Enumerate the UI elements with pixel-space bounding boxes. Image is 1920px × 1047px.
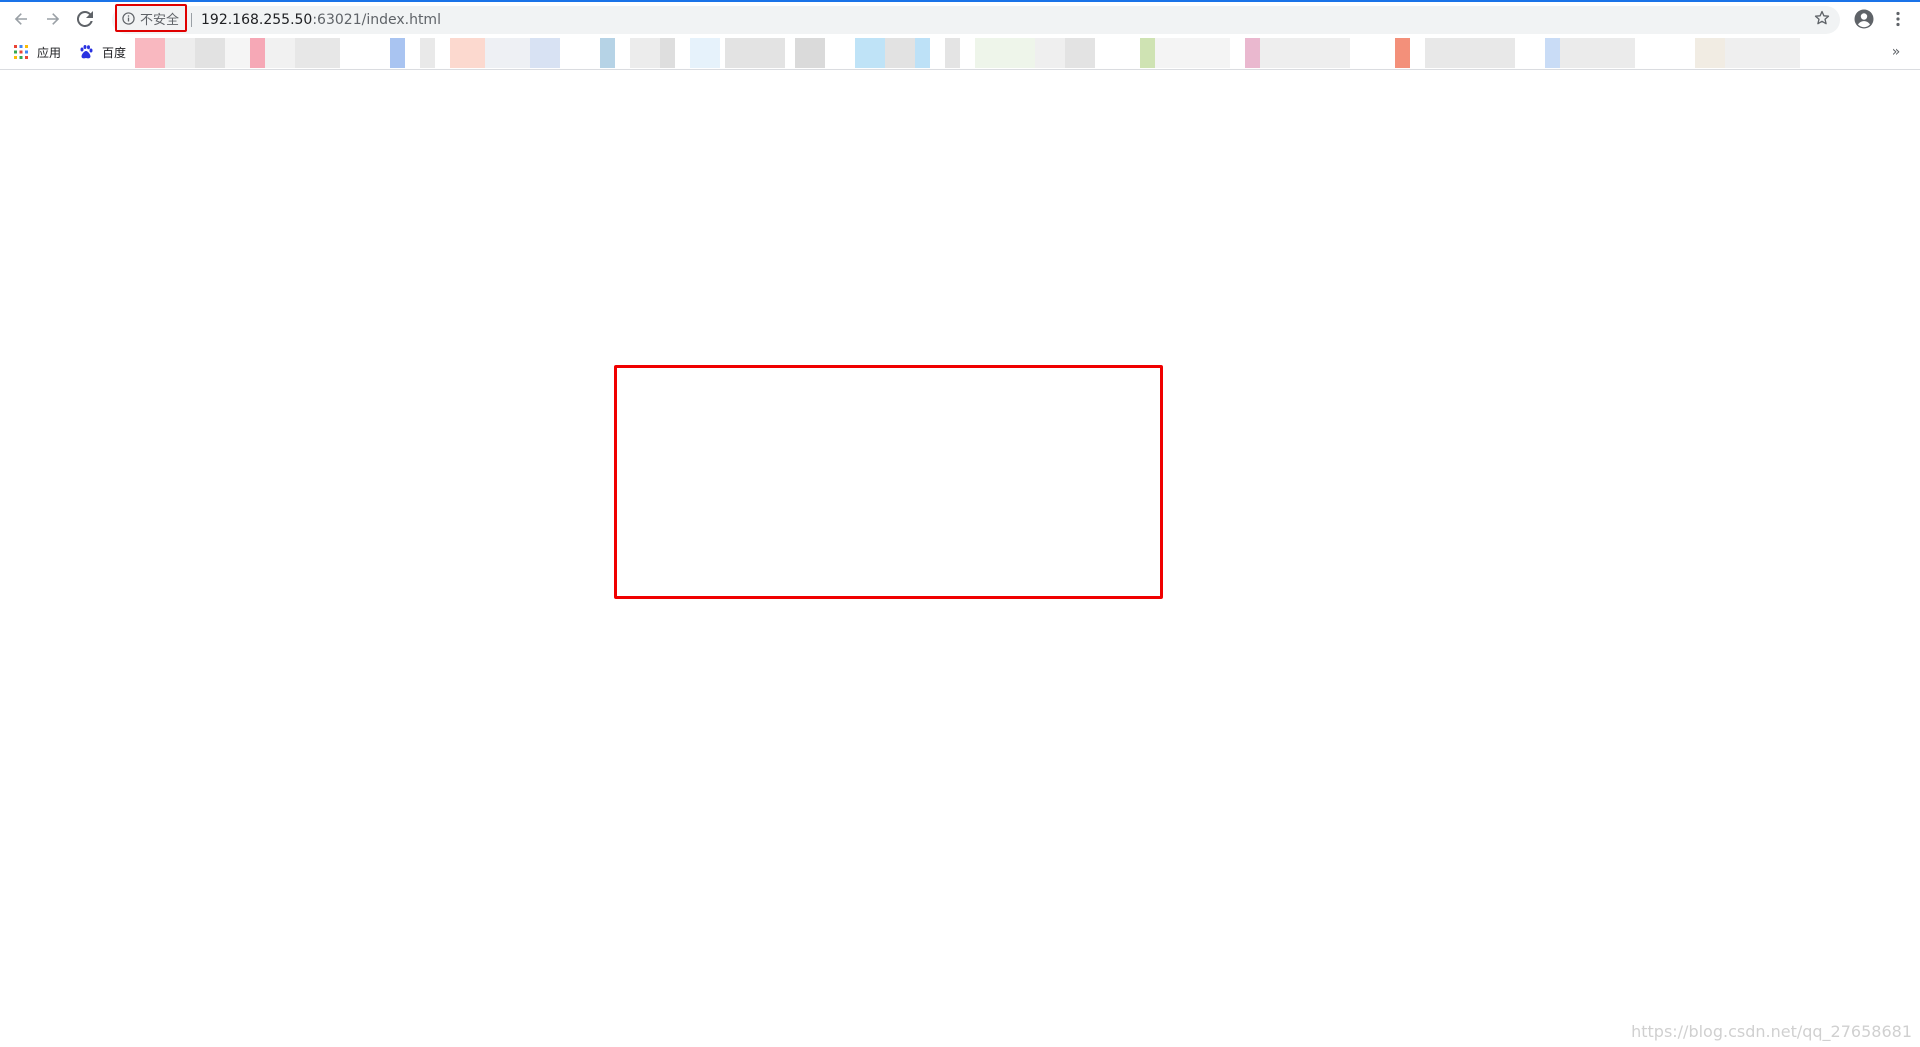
bookmarks-overflow-button[interactable]: » xyxy=(1886,42,1906,62)
apps-grid-icon xyxy=(13,44,29,60)
forward-button[interactable] xyxy=(41,7,65,31)
kebab-menu-icon xyxy=(1896,11,1900,31)
back-arrow-icon xyxy=(13,11,29,27)
forward-arrow-icon xyxy=(45,11,61,27)
profile-icon xyxy=(1854,9,1874,33)
security-label: 不安全 xyxy=(140,12,180,28)
info-icon xyxy=(121,11,135,25)
browser-chrome: 不安全 192.168.255.50:63021/index.html 应用 百… xyxy=(0,0,1920,70)
browser-toolbar: 不安全 192.168.255.50:63021/index.html xyxy=(0,2,1920,36)
url-text[interactable]: 192.168.255.50:63021/index.html xyxy=(201,6,441,34)
blurred-bookmarks xyxy=(135,38,1815,68)
bookmark-baidu-label: 百度 xyxy=(102,45,127,60)
omnibox-separator xyxy=(191,13,192,27)
bookmark-apps[interactable]: 应用 xyxy=(13,40,61,64)
baidu-paw-icon xyxy=(78,44,94,60)
address-bar[interactable]: 不安全 192.168.255.50:63021/index.html xyxy=(112,4,1840,34)
reload-icon xyxy=(77,11,93,27)
bookmarks-bar: 应用 百度 » xyxy=(0,38,1920,68)
highlighted-blank-area xyxy=(614,365,1163,599)
url-path: :63021/index.html xyxy=(312,12,441,28)
bookmark-baidu[interactable]: 百度 xyxy=(78,40,126,64)
back-button[interactable] xyxy=(9,7,33,31)
star-icon xyxy=(1814,10,1830,30)
watermark: https://blog.csdn.net/qq_27658681 xyxy=(1631,1022,1912,1041)
bookmark-star-button[interactable] xyxy=(1812,10,1832,30)
bookmark-apps-label: 应用 xyxy=(37,45,62,60)
url-host: 192.168.255.50 xyxy=(201,12,313,28)
browser-menu-button[interactable] xyxy=(1888,9,1908,33)
page-content: https://blog.csdn.net/qq_27658681 xyxy=(0,70,1920,1047)
security-indicator[interactable]: 不安全 xyxy=(115,4,187,32)
profile-button[interactable] xyxy=(1852,9,1876,33)
reload-button[interactable] xyxy=(73,7,97,31)
